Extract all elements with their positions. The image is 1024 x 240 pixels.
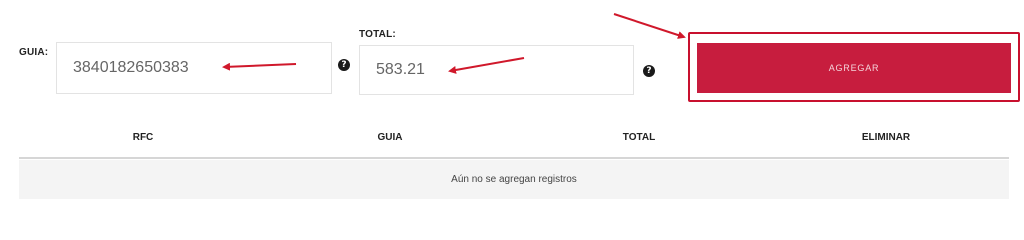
total-input[interactable] bbox=[359, 45, 634, 95]
guia-input[interactable] bbox=[56, 42, 332, 94]
total-label: TOTAL: bbox=[359, 29, 396, 40]
column-header-rfc: RFC bbox=[132, 132, 154, 143]
total-help-icon[interactable]: ? bbox=[643, 65, 655, 77]
annotation-arrow-button bbox=[613, 13, 686, 39]
column-header-eliminar: ELIMINAR bbox=[861, 132, 911, 143]
table-header-divider bbox=[19, 157, 1009, 159]
table-empty-row: Aún no se agregan registros bbox=[19, 160, 1009, 199]
guia-help-icon[interactable]: ? bbox=[338, 59, 350, 71]
guia-label: GUIA: bbox=[19, 47, 49, 58]
add-button[interactable]: AGREGAR bbox=[697, 43, 1011, 93]
column-header-guia: GUIA bbox=[377, 132, 403, 143]
column-header-total: TOTAL bbox=[622, 132, 656, 143]
